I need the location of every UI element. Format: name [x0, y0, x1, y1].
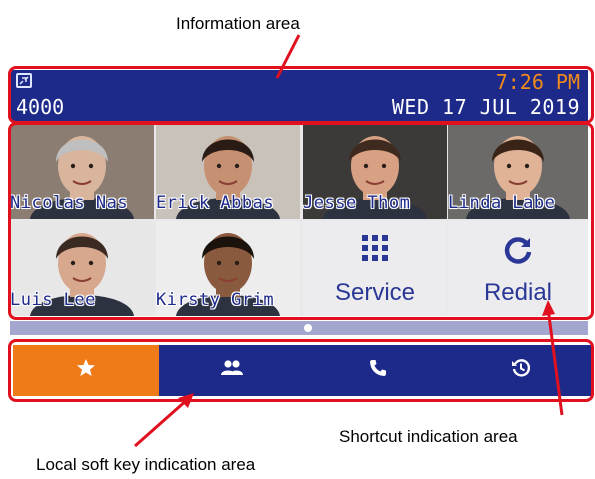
arrowhead-shortcut: [542, 300, 555, 316]
callout-arrow-shortcut: [546, 307, 564, 416]
callout-arrow-local: [134, 397, 189, 448]
callout-shortcut-area: Shortcut indication area: [339, 427, 518, 446]
callout-arrows: [134, 34, 564, 448]
callout-arrow-information: [275, 34, 301, 79]
callout-local-softkey-area: Local soft key indication area: [36, 455, 256, 474]
